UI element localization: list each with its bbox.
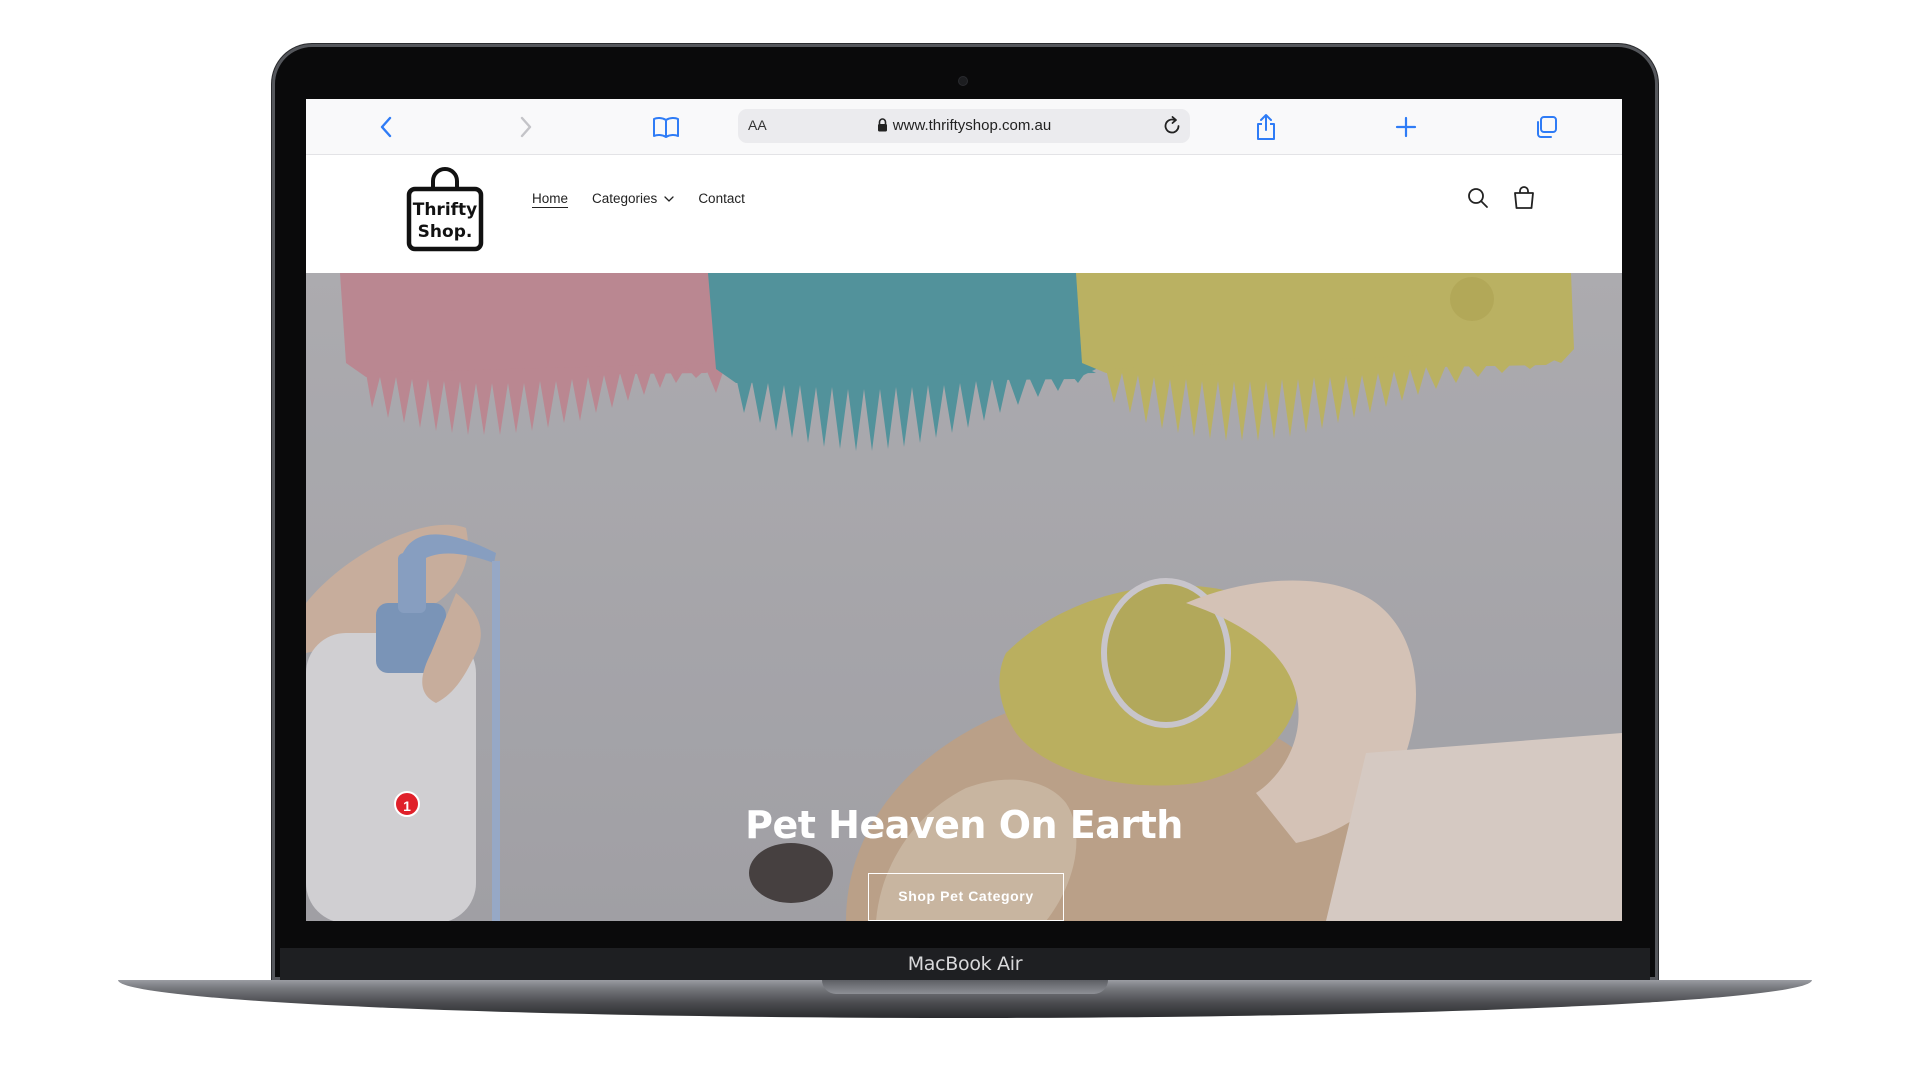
share-icon[interactable]	[1252, 113, 1280, 141]
nav-home[interactable]: Home	[532, 191, 568, 206]
nav-contact[interactable]: Contact	[698, 191, 745, 206]
nav-categories[interactable]: Categories	[592, 191, 674, 206]
camera-dot	[959, 77, 967, 85]
logo-text-line1: Thrifty	[413, 200, 478, 220]
reload-icon[interactable]	[1160, 114, 1184, 138]
lock-icon	[877, 118, 888, 136]
gift-badge: 1	[394, 791, 420, 817]
site-logo[interactable]: Thrifty Shop.	[405, 163, 485, 253]
tabs-icon[interactable]	[1532, 113, 1560, 141]
nav-categories-label: Categories	[592, 191, 658, 206]
book-icon[interactable]	[652, 113, 680, 141]
device-label: MacBook Air	[907, 953, 1023, 975]
laptop-notch	[822, 980, 1108, 994]
url-display[interactable]: www.thriftyshop.com.au	[738, 117, 1190, 136]
url-field[interactable]: AA www.thriftyshop.com.au	[738, 109, 1190, 143]
cart-icon[interactable]	[1511, 185, 1537, 211]
browser-toolbar: AA www.thriftyshop.com.au	[306, 99, 1622, 155]
site-header: Thrifty Shop. Home Categories Contact	[306, 155, 1622, 273]
chevron-down-icon	[664, 195, 674, 202]
plus-icon[interactable]	[1392, 113, 1420, 141]
shop-pet-category-button[interactable]: Shop Pet Category	[868, 873, 1064, 921]
hero-title: Pet Heaven On Earth	[745, 803, 1183, 847]
search-icon[interactable]	[1465, 185, 1491, 211]
screen: AA www.thriftyshop.com.au Thrifty Shop. …	[306, 99, 1622, 921]
chevron-right-icon[interactable]	[512, 113, 540, 141]
main-nav: Home Categories Contact	[532, 191, 745, 206]
chevron-left-icon[interactable]	[372, 113, 400, 141]
url-text: www.thriftyshop.com.au	[892, 117, 1052, 134]
logo-text-line2: Shop.	[418, 222, 473, 242]
hero-banner[interactable]: Pet Heaven On Earth Shop Pet Category	[306, 273, 1622, 921]
